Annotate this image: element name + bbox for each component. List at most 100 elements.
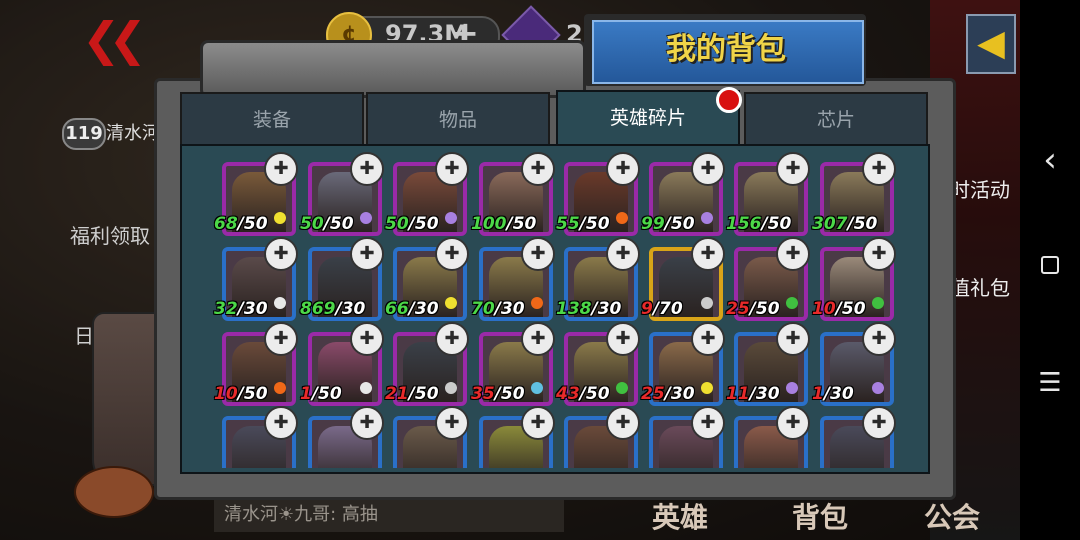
leaf-element-icon xyxy=(872,297,884,309)
puzzle-piece-icon[interactable]: ✚ xyxy=(350,237,384,271)
system-home-button[interactable] xyxy=(1020,256,1080,278)
notification-dot xyxy=(716,87,742,113)
welfare-button[interactable]: 福利领取 xyxy=(70,220,150,249)
tab-chips[interactable]: 芯片 xyxy=(744,92,928,148)
puzzle-piece-icon[interactable]: ✚ xyxy=(350,152,384,186)
puzzle-piece-icon[interactable]: ✚ xyxy=(435,322,469,356)
puzzle-piece-icon[interactable]: ✚ xyxy=(776,152,810,186)
puzzle-piece-icon[interactable]: ✚ xyxy=(862,152,896,186)
puzzle-piece-icon[interactable]: ✚ xyxy=(521,237,555,271)
fragment-owned: 307 xyxy=(812,214,848,234)
bag-tabs: 装备 物品 英雄碎片 芯片 xyxy=(180,90,928,150)
fragment-required: /30 xyxy=(823,384,854,404)
puzzle-piece-icon[interactable]: ✚ xyxy=(862,322,896,356)
gift-pack-button[interactable]: 值礼包 xyxy=(950,272,1010,301)
tab-hero-fragments[interactable]: 英雄碎片 xyxy=(556,90,740,150)
fragment-count: 138/30 xyxy=(556,299,621,319)
orb-element-icon xyxy=(786,382,798,394)
puzzle-piece-icon[interactable]: ✚ xyxy=(435,406,469,440)
puzzle-piece-icon[interactable]: ✚ xyxy=(776,237,810,271)
modal-title: 我的背包 xyxy=(666,32,786,67)
puzzle-piece-icon[interactable]: ✚ xyxy=(264,237,298,271)
puzzle-piece-icon[interactable]: ✚ xyxy=(264,152,298,186)
puzzle-piece-icon[interactable]: ✚ xyxy=(691,322,725,356)
sun-element-icon xyxy=(445,297,457,309)
fragment-required: /50 xyxy=(311,384,342,404)
puzzle-piece-icon[interactable]: ✚ xyxy=(350,322,384,356)
side-panel-arrow[interactable]: ◀ xyxy=(966,14,1016,74)
fragment-count: 21/50 xyxy=(385,384,439,404)
system-back-button[interactable]: ‹ xyxy=(1020,140,1080,180)
unknown-element-icon xyxy=(445,382,457,394)
chat-bar[interactable]: 清水河☀九哥: 高抽 xyxy=(214,498,564,532)
puzzle-piece-icon[interactable]: ✚ xyxy=(691,406,725,440)
tab-items[interactable]: 物品 xyxy=(366,92,550,148)
fragment-count: 869/30 xyxy=(300,299,365,319)
fragment-required: /50 xyxy=(494,384,525,404)
puzzle-piece-icon[interactable]: ✚ xyxy=(435,152,469,186)
fragment-owned: 35 xyxy=(471,384,495,404)
puzzle-piece-icon[interactable]: ✚ xyxy=(521,322,555,356)
fragment-count: 307/50 xyxy=(812,214,877,234)
activity-button[interactable]: 时活动 xyxy=(950,174,1010,203)
tab-equipment[interactable]: 装备 xyxy=(180,92,364,148)
fragment-owned: 55 xyxy=(556,214,580,234)
player-level-badge: 119 xyxy=(62,118,106,150)
orb-element-icon xyxy=(445,212,457,224)
puzzle-piece-icon[interactable]: ✚ xyxy=(521,406,555,440)
bottom-tab-bag[interactable]: 背包 xyxy=(792,496,848,536)
fragment-owned: 50 xyxy=(300,214,324,234)
fragment-count: 11/30 xyxy=(726,384,780,404)
fragment-count: 35/50 xyxy=(471,384,525,404)
fragment-owned: 25 xyxy=(641,384,665,404)
fragment-grid: ✚ 68/50 ✚ 50/50 ✚ 50/50 ✚ 100/50 ✚ 55/50 ✚ 99/50 ✚ 15… xyxy=(182,146,926,468)
system-menu-button[interactable]: ☰ xyxy=(1020,368,1080,398)
fragment-required: /30 xyxy=(237,299,268,319)
orb-element-icon xyxy=(872,382,884,394)
fragment-required: /70 xyxy=(652,299,683,319)
puzzle-piece-icon[interactable]: ✚ xyxy=(606,322,640,356)
back-button[interactable]: ❮❮ xyxy=(82,12,147,66)
bottom-tab-hero[interactable]: 英雄 xyxy=(652,496,708,536)
sun-element-icon xyxy=(701,382,713,394)
fragment-count: 10/50 xyxy=(812,299,866,319)
puzzle-piece-icon[interactable]: ✚ xyxy=(435,237,469,271)
fragment-owned: 99 xyxy=(641,214,665,234)
puzzle-piece-icon[interactable]: ✚ xyxy=(691,237,725,271)
puzzle-piece-icon[interactable]: ✚ xyxy=(264,322,298,356)
fragment-count: 70/30 xyxy=(471,299,525,319)
puzzle-piece-icon[interactable]: ✚ xyxy=(264,406,298,440)
bottom-tab-guild[interactable]: 公会 xyxy=(924,496,980,536)
puzzle-piece-icon[interactable]: ✚ xyxy=(691,152,725,186)
fragment-required: /30 xyxy=(494,299,525,319)
football-decoration xyxy=(74,466,154,518)
fragment-owned: 50 xyxy=(385,214,409,234)
fragment-owned: 70 xyxy=(471,299,495,319)
puzzle-piece-icon[interactable]: ✚ xyxy=(776,406,810,440)
fragment-count: 99/50 xyxy=(641,214,695,234)
fragment-count: 68/50 xyxy=(214,214,268,234)
fragment-count: 25/50 xyxy=(726,299,780,319)
fragment-owned: 100 xyxy=(471,214,507,234)
fragment-owned: 11 xyxy=(726,384,750,404)
fragment-required: /50 xyxy=(761,214,792,234)
puzzle-piece-icon[interactable]: ✚ xyxy=(606,152,640,186)
puzzle-piece-icon[interactable]: ✚ xyxy=(350,406,384,440)
puzzle-piece-icon[interactable]: ✚ xyxy=(606,237,640,271)
puzzle-piece-icon[interactable]: ✚ xyxy=(776,322,810,356)
fragment-count: 1/30 xyxy=(812,384,854,404)
fragment-required: /50 xyxy=(835,299,866,319)
puzzle-piece-icon[interactable]: ✚ xyxy=(606,406,640,440)
puzzle-piece-icon[interactable]: ✚ xyxy=(521,152,555,186)
fragment-required: /50 xyxy=(237,214,268,234)
fragment-owned: 869 xyxy=(300,299,336,319)
puzzle-piece-icon[interactable]: ✚ xyxy=(862,406,896,440)
fragment-required: /30 xyxy=(591,299,622,319)
wave-element-icon xyxy=(531,382,543,394)
fragment-required: /50 xyxy=(664,214,695,234)
fragment-required: /50 xyxy=(506,214,537,234)
fragment-required: /50 xyxy=(749,299,780,319)
fragment-owned: 66 xyxy=(385,299,409,319)
puzzle-piece-icon[interactable]: ✚ xyxy=(862,237,896,271)
square-icon xyxy=(1041,256,1059,274)
